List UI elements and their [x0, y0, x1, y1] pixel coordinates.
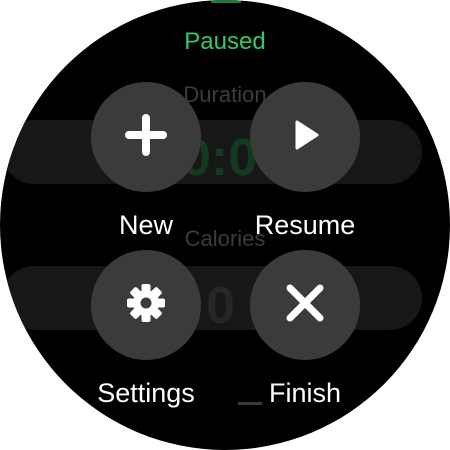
progress-arc: [211, 0, 241, 3]
settings-label: Settings: [97, 378, 195, 408]
finish-button-circle[interactable]: [250, 250, 360, 360]
resume-button-circle[interactable]: [250, 82, 360, 192]
settings-button[interactable]: Settings: [91, 250, 201, 409]
finish-label: Finish: [268, 378, 342, 408]
new-label: New: [118, 210, 173, 240]
workout-status: Paused: [184, 28, 266, 55]
calories-label: Calories: [184, 226, 266, 251]
play-icon: [288, 118, 322, 157]
gear-icon: [125, 282, 167, 329]
resume-button[interactable]: Resume: [250, 82, 360, 241]
plus-icon: [123, 112, 169, 163]
resume-label: Resume: [254, 210, 356, 240]
finish-button[interactable]: Finish: [250, 250, 360, 409]
settings-button-circle[interactable]: [91, 250, 201, 360]
duration-label: Duration: [183, 82, 267, 107]
watch-face: Paused Duration 0:0 Calories 0 New Resum…: [0, 0, 450, 450]
calories-value: 0: [206, 277, 235, 335]
close-icon: [285, 283, 325, 328]
new-button-circle[interactable]: [91, 82, 201, 192]
new-button[interactable]: New: [91, 82, 201, 241]
